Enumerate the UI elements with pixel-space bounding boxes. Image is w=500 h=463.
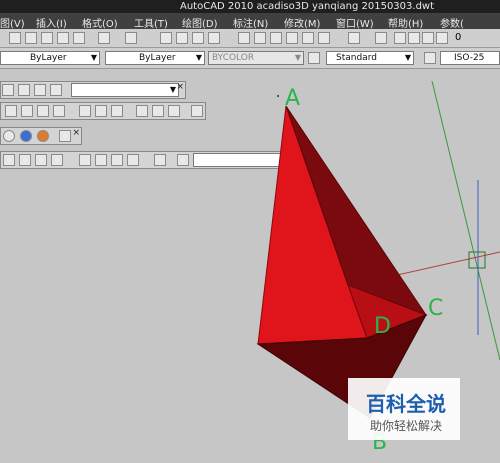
text-style-value: Standard — [336, 53, 377, 63]
dim-style-select[interactable]: ISO-25 — [440, 51, 500, 65]
tool-palettes-icon[interactable] — [270, 32, 282, 44]
zoom-previous-icon[interactable] — [208, 32, 220, 44]
watermark-sub-text: 助你轻松解决 — [370, 419, 443, 433]
layer-color-icon[interactable] — [436, 32, 448, 44]
layer-color-select[interactable]: ByLayer ▼ — [0, 51, 100, 65]
standard-toolbar: 0 — [0, 29, 500, 48]
zoom-window-icon[interactable] — [192, 32, 204, 44]
properties-toolbar: ByLayer ▼ ByLayer ▼ BYCOLOR ▼ Standard ▼… — [0, 48, 500, 69]
match-properties-icon[interactable] — [57, 32, 69, 44]
properties-icon[interactable] — [238, 32, 250, 44]
layer-color-value: ByLayer — [30, 53, 67, 63]
pan-icon[interactable] — [160, 32, 172, 44]
linetype-select[interactable]: ByLayer ▼ — [105, 51, 205, 65]
design-center-icon[interactable] — [254, 32, 266, 44]
chevron-down-icon: ▼ — [294, 53, 301, 62]
menu-window[interactable]: 窗口(W) — [336, 15, 374, 30]
text-style-select[interactable]: Standard ▼ — [326, 51, 414, 65]
paste-icon[interactable] — [41, 32, 53, 44]
plotstyle-select[interactable]: BYCOLOR ▼ — [208, 51, 304, 65]
menu-dimension[interactable]: 标注(N) — [233, 15, 268, 30]
chevron-down-icon: ▼ — [195, 53, 202, 62]
markup-icon[interactable] — [302, 32, 314, 44]
text-style-icon[interactable] — [308, 52, 320, 64]
menu-insert[interactable]: 插入(I) — [36, 15, 67, 30]
vertex-label-a: A — [285, 86, 301, 111]
title-bar: AutoCAD 2010 acadiso3D yanqiang 20150303… — [0, 0, 500, 13]
vertex-label-d: D — [374, 314, 391, 339]
menu-bar: 图(V) 插入(I) 格式(O) 工具(T) 绘图(D) 标注(N) 修改(M)… — [0, 13, 500, 30]
calculator-icon[interactable] — [318, 32, 330, 44]
linetype-value: ByLayer — [139, 53, 176, 63]
help-icon[interactable] — [348, 32, 360, 44]
cut-icon[interactable] — [9, 32, 21, 44]
chevron-down-icon: ▼ — [90, 53, 97, 62]
menu-modify[interactable]: 修改(M) — [284, 15, 320, 30]
menu-help[interactable]: 帮助(H) — [388, 15, 423, 30]
menu-view[interactable]: 图(V) — [0, 15, 25, 30]
vertex-label-c: C — [428, 296, 444, 321]
sheet-set-icon[interactable] — [286, 32, 298, 44]
watermark-main-text: 百科全说 — [366, 392, 446, 416]
sun-icon[interactable] — [408, 32, 420, 44]
lightbulb-icon[interactable] — [394, 32, 406, 44]
copy-icon[interactable] — [25, 32, 37, 44]
origin-dot — [277, 95, 279, 97]
menu-params[interactable]: 参数( — [440, 15, 464, 30]
menu-draw[interactable]: 绘图(D) — [182, 15, 218, 30]
lock-icon[interactable] — [422, 32, 434, 44]
layer-value[interactable]: 0 — [455, 32, 461, 43]
brush-icon[interactable] — [73, 32, 85, 44]
window-title: AutoCAD 2010 acadiso3D yanqiang 20150303… — [180, 1, 435, 12]
watermark-logo: 百科全说 助你轻松解决 — [348, 378, 460, 440]
dim-style-icon[interactable] — [424, 52, 436, 64]
zoom-realtime-icon[interactable] — [176, 32, 188, 44]
chevron-down-icon: ▼ — [404, 53, 411, 62]
menu-format[interactable]: 格式(O) — [82, 15, 118, 30]
plotstyle-value: BYCOLOR — [212, 53, 255, 63]
undo-icon[interactable] — [98, 32, 110, 44]
dim-style-value: ISO-25 — [454, 53, 485, 63]
layer-manager-icon[interactable] — [375, 32, 387, 44]
menu-tools[interactable]: 工具(T) — [134, 15, 168, 30]
redo-icon[interactable] — [125, 32, 137, 44]
